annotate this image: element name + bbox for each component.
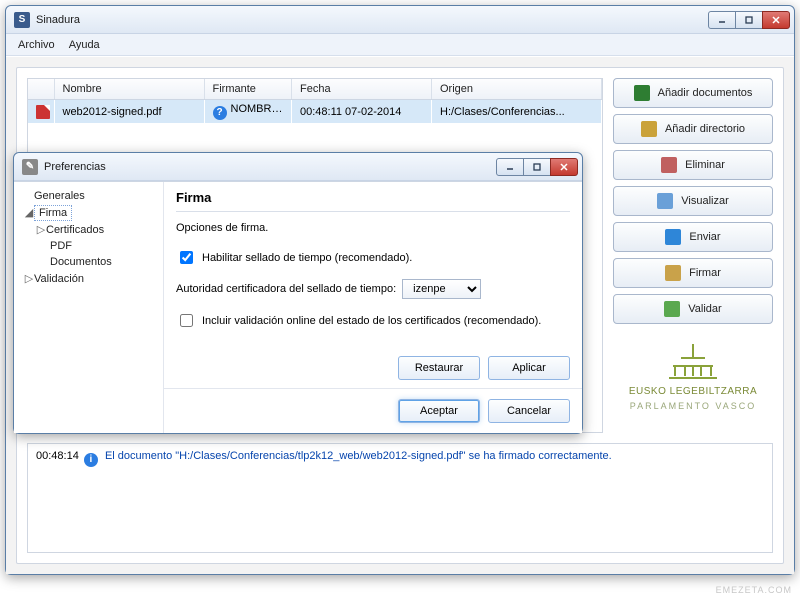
apply-button[interactable]: Aplicar xyxy=(488,356,570,380)
prefs-maximize-button[interactable] xyxy=(523,158,551,176)
check-icon xyxy=(664,301,680,317)
pen-icon xyxy=(665,265,681,281)
ts-authority-row: Autoridad certificadora del sellado de t… xyxy=(176,279,570,299)
logo-line1: EUSKO LEGEBILTZARRA xyxy=(629,386,757,397)
tree-certificados[interactable]: ▷Certificados xyxy=(22,221,159,238)
sign-button[interactable]: Firmar xyxy=(613,258,773,288)
log-time: 00:48:14 xyxy=(36,450,79,462)
prefs-close-button[interactable] xyxy=(550,158,578,176)
menu-ayuda[interactable]: Ayuda xyxy=(69,39,100,51)
caret-down-icon[interactable]: ◢ xyxy=(24,206,34,219)
trash-icon xyxy=(661,157,677,173)
cell-origen: H:/Clases/Conferencias... xyxy=(432,100,602,124)
main-titlebar[interactable]: S Sinadura xyxy=(6,6,794,34)
parliament-logo: EUSKO LEGEBILTZARRA PARLAMENTO VASCO xyxy=(613,338,773,411)
caret-right-icon[interactable]: ▷ xyxy=(24,272,34,285)
folder-icon xyxy=(641,121,657,137)
logo-icon xyxy=(653,338,733,382)
restore-button[interactable]: Restaurar xyxy=(398,356,480,380)
add-documents-button[interactable]: Añadir documentos xyxy=(613,78,773,108)
prefs-minimize-button[interactable] xyxy=(496,158,524,176)
enable-timestamp-row[interactable]: Habilitar sellado de tiempo (recomendado… xyxy=(176,248,570,267)
minimize-button[interactable] xyxy=(708,11,736,29)
col-fecha[interactable]: Fecha xyxy=(292,79,432,100)
col-origen[interactable]: Origen xyxy=(432,79,602,100)
ts-authority-select[interactable]: izenpe xyxy=(402,279,481,299)
view-button[interactable]: Visualizar xyxy=(613,186,773,216)
prefs-title: Preferencias xyxy=(44,161,106,173)
info-icon: i xyxy=(84,453,98,467)
enable-timestamp-label: Habilitar sellado de tiempo (recomendado… xyxy=(202,252,412,264)
tree-documentos[interactable]: Documentos xyxy=(22,254,159,270)
send-button[interactable]: Enviar xyxy=(613,222,773,252)
online-validation-checkbox[interactable] xyxy=(180,314,193,327)
enable-timestamp-checkbox[interactable] xyxy=(180,251,193,264)
caret-right-icon[interactable]: ▷ xyxy=(36,223,46,236)
tree-generales[interactable]: Generales xyxy=(22,188,159,204)
menu-bar: Archivo Ayuda xyxy=(6,34,794,56)
online-validation-row[interactable]: Incluir validación online del estado de … xyxy=(176,311,570,330)
cancel-button[interactable]: Cancelar xyxy=(488,399,570,423)
col-nombre[interactable]: Nombre xyxy=(54,79,204,100)
prefs-titlebar[interactable]: ✎ Preferencias xyxy=(14,153,582,181)
watermark: EMEZETA.COM xyxy=(716,585,792,595)
cell-nombre: web2012-signed.pdf xyxy=(54,100,204,124)
ok-button[interactable]: Aceptar xyxy=(398,399,480,423)
tree-firma[interactable]: ◢Firma xyxy=(22,204,159,221)
cell-fecha: 00:48:11 07-02-2014 xyxy=(292,100,432,124)
online-validation-label: Incluir validación online del estado de … xyxy=(202,315,541,327)
close-button[interactable] xyxy=(762,11,790,29)
add-directory-button[interactable]: Añadir directorio xyxy=(613,114,773,144)
app-title: Sinadura xyxy=(36,14,80,26)
tree-validacion[interactable]: ▷Validación xyxy=(22,270,159,287)
log-panel[interactable]: 00:48:14 i El documento "H:/Clases/Confe… xyxy=(27,443,773,553)
col-blank[interactable] xyxy=(28,79,54,100)
cell-firmante: NOMBRE HERNANDEZ ... xyxy=(231,103,292,115)
prefs-desc: Opciones de firma. xyxy=(176,222,570,234)
col-firmante[interactable]: Firmante xyxy=(204,79,292,100)
add-document-icon xyxy=(634,85,650,101)
logo-line2: PARLAMENTO VASCO xyxy=(630,401,757,411)
delete-button[interactable]: Eliminar xyxy=(613,150,773,180)
ts-authority-label: Autoridad certificadora del sellado de t… xyxy=(176,283,396,295)
magnifier-icon xyxy=(657,193,673,209)
prefs-heading: Firma xyxy=(176,190,570,212)
menu-archivo[interactable]: Archivo xyxy=(18,39,55,51)
table-row[interactable]: web2012-signed.pdf ? NOMBRE HERNANDEZ ...… xyxy=(28,100,602,124)
log-message: El documento "H:/Clases/Conferencias/tlp… xyxy=(105,450,612,462)
app-icon: S xyxy=(14,12,30,28)
action-panel: Añadir documentos Añadir directorio Elim… xyxy=(613,78,773,433)
globe-icon xyxy=(665,229,681,245)
validate-button[interactable]: Validar xyxy=(613,294,773,324)
maximize-button[interactable] xyxy=(735,11,763,29)
prefs-pane: Firma Opciones de firma. Habilitar sella… xyxy=(164,182,582,388)
tree-pdf[interactable]: PDF xyxy=(22,238,159,254)
preferences-dialog: ✎ Preferencias Generales ◢Firma ▷Certifi… xyxy=(13,152,583,434)
pdf-icon xyxy=(36,105,50,119)
prefs-icon: ✎ xyxy=(22,159,38,175)
prefs-tree[interactable]: Generales ◢Firma ▷Certificados PDF Docum… xyxy=(14,182,164,433)
info-icon: ? xyxy=(213,106,227,120)
